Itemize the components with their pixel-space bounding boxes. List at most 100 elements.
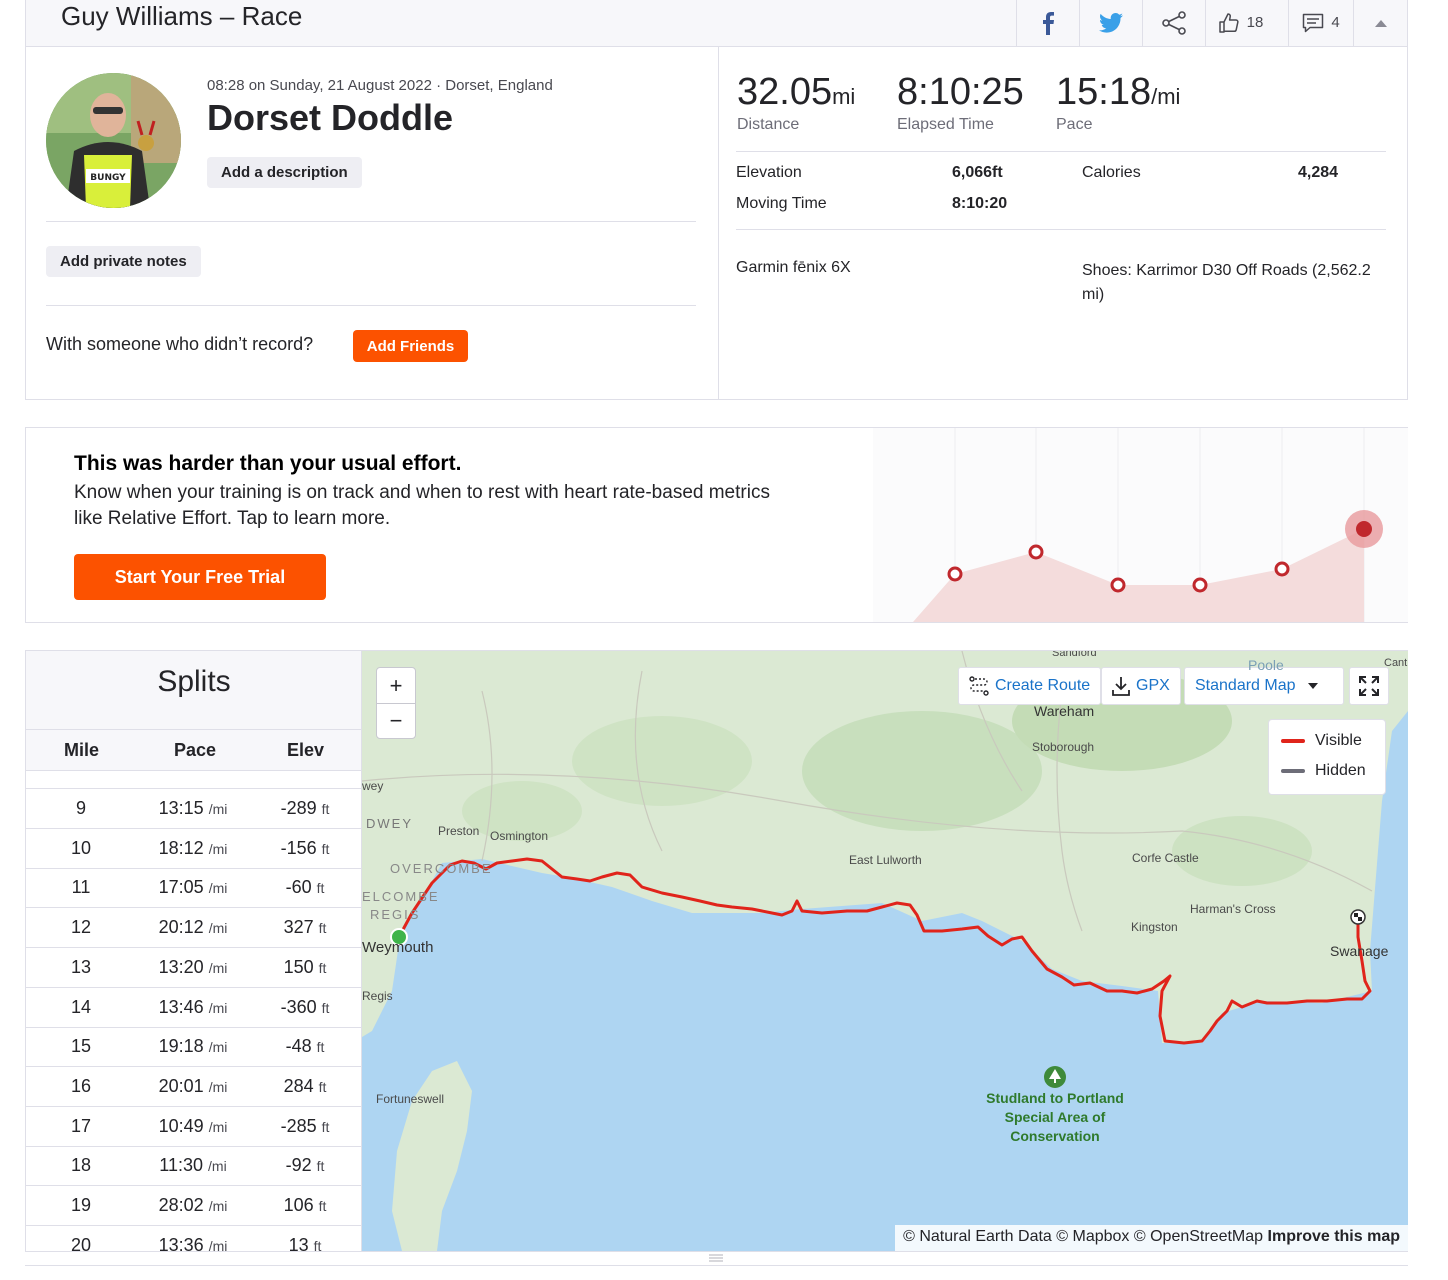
pace-label: Pace (1056, 116, 1093, 133)
splits-table-body[interactable]: 9 13:15 /mi -289 ft 10 18:12 /mi -156 ft 11 17:… (26, 771, 361, 1251)
activity-meta: 08:28 on Sunday, 21 August 2022 · Dorset… (207, 77, 553, 94)
place-label: REGIS (370, 907, 421, 922)
elapsed-time-value: 8:10:25 (897, 71, 1024, 113)
comments-count: 4 (1331, 14, 1340, 31)
legend-visible[interactable]: Visible (1281, 732, 1362, 750)
distance-label: Distance (737, 116, 800, 133)
pace-stat: 15:18/mi Pace (1056, 71, 1180, 134)
split-elev: 327 ft (283, 917, 327, 938)
split-elev: 284 ft (283, 1075, 327, 1096)
activity-name: Dorset Doddle (207, 97, 454, 138)
share-twitter-button[interactable] (1079, 0, 1142, 46)
split-elev: 13 ft (288, 1234, 322, 1251)
add-private-notes-button[interactable]: Add private notes (46, 246, 201, 277)
split-pace: 20:12 /mi (158, 917, 228, 938)
column-mile[interactable]: Mile (64, 740, 99, 761)
map-attribution: © Natural Earth Data © Mapbox © OpenStre… (895, 1225, 1408, 1251)
kudos-button[interactable]: 18 (1205, 0, 1275, 46)
collapse-button[interactable] (1353, 0, 1408, 46)
place-label: Swanage (1330, 943, 1389, 959)
divider (736, 229, 1386, 230)
add-description-button[interactable]: Add a description (207, 157, 362, 188)
comments-button[interactable]: 4 (1288, 0, 1353, 46)
effort-heading: This was harder than your usual effort. (74, 452, 462, 475)
table-row: 19 28:02 /mi 106 ft (26, 1186, 361, 1226)
download-icon (1112, 677, 1130, 696)
split-elev: 150 ft (283, 956, 327, 977)
relative-effort-panel: This was harder than your usual effort. … (25, 427, 1408, 623)
place-label: wey (362, 779, 384, 793)
split-pace: 13:46 /mi (158, 996, 228, 1017)
split-elev: -289 ft (280, 798, 330, 818)
legend-visible-label: Visible (1315, 732, 1362, 749)
share-icon (1162, 10, 1186, 35)
create-route-button[interactable]: Create Route (958, 667, 1102, 705)
calories-value: 4,284 (1298, 164, 1339, 181)
place-label: Poole (1248, 657, 1284, 673)
device-name: Garmin fēnix 6X (736, 259, 851, 276)
splits-title: Splits (157, 665, 231, 698)
split-elev: -48 ft (285, 1036, 325, 1057)
table-row: 18 11:30 /mi -92 ft (26, 1146, 361, 1187)
resize-handle[interactable] (25, 1252, 1408, 1266)
table-row: 16 20:01 /mi 284 ft (26, 1067, 361, 1107)
split-pace: 13:15 /mi (158, 798, 228, 818)
calories-label: Calories (1082, 164, 1141, 181)
split-mile: 12 (70, 917, 92, 938)
chevron-up-icon (1375, 19, 1387, 27)
map-style-label: Standard Map (1195, 677, 1296, 694)
column-elev[interactable]: Elev (287, 740, 324, 761)
create-route-label: Create Route (995, 677, 1091, 694)
zoom-out-button[interactable]: − (377, 703, 415, 738)
split-pace: 13:36 /mi (158, 1234, 228, 1251)
effort-point (947, 566, 963, 582)
start-free-trial-button[interactable]: Start Your Free Trial (74, 554, 326, 600)
pace-value: 15:18 (1056, 71, 1152, 113)
activity-header: Guy Williams – Race 18 4 (25, 0, 1408, 47)
place-label: Regis (362, 989, 393, 1003)
split-mile: 14 (70, 996, 92, 1017)
summary-divider (718, 47, 719, 399)
avatar-photo: BUNGY (46, 73, 181, 208)
improve-map-link[interactable]: Improve this map (1268, 1228, 1400, 1245)
divider (46, 305, 696, 306)
split-elev: -285 ft (280, 1115, 330, 1136)
split-mile: 20 (70, 1234, 92, 1251)
share-facebook-button[interactable] (1016, 0, 1079, 46)
distance-value: 32.05 (737, 71, 833, 113)
splits-panel: Splits Mile Pace Elev 9 13:15 /mi -289 ft 1… (26, 651, 362, 1251)
place-label: Weymouth (362, 939, 434, 956)
relative-effort-chart (873, 428, 1408, 622)
fullscreen-button[interactable] (1349, 667, 1389, 705)
splits-table-header: Mile Pace Elev (26, 729, 361, 771)
distance-unit: mi (832, 84, 856, 109)
attribution-text[interactable]: © Natural Earth Data © Mapbox © OpenStre… (903, 1228, 1263, 1245)
place-label: Cant (1384, 657, 1408, 669)
caret-down-icon (1307, 683, 1318, 689)
route-map[interactable]: + − Create Route GPX Standard Map Visibl… (362, 651, 1408, 1251)
shoes-info[interactable]: Shoes: Karrimor D30 Off Roads (2,562.2 m… (1082, 259, 1382, 307)
split-pace: 17:05 /mi (158, 877, 228, 898)
split-pace: 10:49 /mi (158, 1115, 228, 1136)
athlete-avatar[interactable]: BUNGY (46, 73, 181, 208)
conservation-line: Conservation (1010, 1128, 1100, 1144)
column-pace[interactable]: Pace (174, 740, 216, 761)
split-mile: 10 (70, 837, 92, 858)
split-elev: -92 ft (285, 1155, 325, 1176)
table-row: 11 17:05 /mi -60 ft (26, 868, 361, 909)
gpx-label: GPX (1136, 677, 1170, 694)
place-label: East Lulworth (849, 853, 922, 867)
split-pace: 18:12 /mi (158, 837, 228, 858)
gpx-download-button[interactable]: GPX (1101, 667, 1181, 705)
effort-point (1192, 577, 1208, 593)
effort-description: Know when your training is on track and … (74, 482, 770, 529)
splits-map-panel: Splits Mile Pace Elev 9 13:15 /mi -289 ft 1… (25, 650, 1408, 1252)
legend-hidden[interactable]: Hidden (1281, 762, 1366, 780)
add-friends-button[interactable]: Add Friends (353, 330, 468, 362)
thumbs-up-icon (1218, 12, 1239, 33)
place-label: OVERCOMBE (390, 861, 493, 876)
table-row: 14 13:46 /mi -360 ft (26, 988, 361, 1028)
share-button[interactable] (1142, 0, 1205, 46)
zoom-in-button[interactable]: + (377, 668, 415, 703)
conservation-line: Special Area of (1004, 1109, 1106, 1125)
